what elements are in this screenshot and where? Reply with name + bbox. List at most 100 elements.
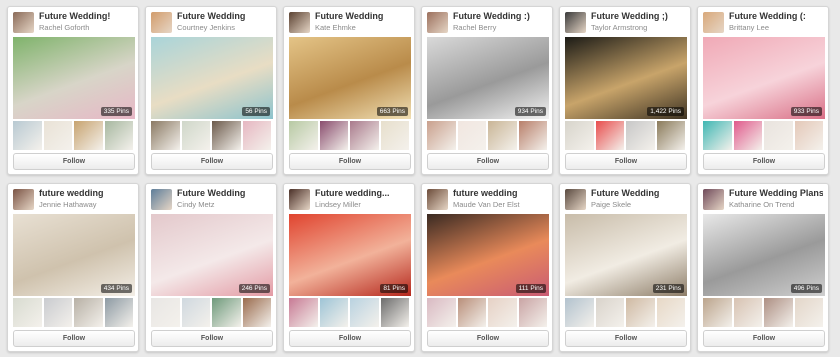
board-cover-image[interactable]: 1,422 Pins bbox=[565, 37, 687, 119]
pin-thumbnail[interactable] bbox=[151, 298, 180, 327]
board-card[interactable]: future wedding Jennie Hathaway 434 Pins … bbox=[7, 183, 139, 352]
board-owner[interactable]: Rachel Berry bbox=[453, 23, 547, 33]
board-owner[interactable]: Cindy Metz bbox=[177, 200, 271, 210]
pin-thumbnail[interactable] bbox=[565, 121, 594, 150]
board-cover-image[interactable]: 496 Pins bbox=[703, 214, 825, 296]
board-card[interactable]: Future Wedding Courtney Jenkins 56 Pins … bbox=[145, 6, 277, 175]
pin-thumbnail[interactable] bbox=[488, 121, 517, 150]
pin-thumbnail[interactable] bbox=[104, 121, 133, 150]
pin-thumbnail[interactable] bbox=[626, 121, 655, 150]
board-owner[interactable]: Maude Van Der Elst bbox=[453, 200, 547, 210]
board-owner[interactable]: Taylor Armstrong bbox=[591, 23, 685, 33]
board-title[interactable]: future wedding bbox=[453, 188, 547, 198]
board-title[interactable]: Future wedding... bbox=[315, 188, 409, 198]
pin-thumbnail[interactable] bbox=[703, 298, 732, 327]
follow-button[interactable]: Follow bbox=[289, 153, 411, 170]
pin-thumbnail[interactable] bbox=[74, 121, 103, 150]
pin-thumbnail[interactable] bbox=[565, 298, 594, 327]
board-owner[interactable]: Brittany Lee bbox=[729, 23, 823, 33]
board-title[interactable]: Future Wedding Plans! bbox=[729, 188, 823, 198]
pin-thumbnail[interactable] bbox=[212, 298, 241, 327]
pin-thumbnail[interactable] bbox=[74, 298, 103, 327]
pin-thumbnail[interactable] bbox=[151, 121, 180, 150]
pin-thumbnail[interactable] bbox=[518, 121, 547, 150]
pin-thumbnail[interactable] bbox=[43, 298, 72, 327]
board-title[interactable]: Future Wedding bbox=[315, 11, 409, 21]
follow-button[interactable]: Follow bbox=[13, 330, 135, 347]
board-card[interactable]: Future Wedding Paige Skele 231 Pins Foll… bbox=[559, 183, 691, 352]
board-card[interactable]: Future Wedding Kate Ehmke 663 Pins Follo… bbox=[283, 6, 415, 175]
avatar[interactable] bbox=[151, 189, 172, 210]
pin-thumbnail[interactable] bbox=[427, 121, 456, 150]
pin-thumbnail[interactable] bbox=[242, 298, 271, 327]
board-card[interactable]: Future Wedding :) Rachel Berry 934 Pins … bbox=[421, 6, 553, 175]
board-owner[interactable]: Paige Skele bbox=[591, 200, 685, 210]
follow-button[interactable]: Follow bbox=[703, 330, 825, 347]
board-owner[interactable]: Katharine On Trend bbox=[729, 200, 823, 210]
follow-button[interactable]: Follow bbox=[565, 330, 687, 347]
board-cover-image[interactable]: 81 Pins bbox=[289, 214, 411, 296]
pin-thumbnail[interactable] bbox=[488, 298, 517, 327]
board-owner[interactable]: Lindsey Miller bbox=[315, 200, 409, 210]
avatar[interactable] bbox=[151, 12, 172, 33]
board-cover-image[interactable]: 56 Pins bbox=[151, 37, 273, 119]
board-cover-image[interactable]: 111 Pins bbox=[427, 214, 549, 296]
board-cover-image[interactable]: 231 Pins bbox=[565, 214, 687, 296]
follow-button[interactable]: Follow bbox=[289, 330, 411, 347]
board-card[interactable]: Future Wedding (: Brittany Lee 933 Pins … bbox=[697, 6, 829, 175]
avatar[interactable] bbox=[703, 12, 724, 33]
pin-thumbnail[interactable] bbox=[794, 298, 823, 327]
board-owner[interactable]: Jennie Hathaway bbox=[39, 200, 133, 210]
avatar[interactable] bbox=[13, 189, 34, 210]
pin-thumbnail[interactable] bbox=[764, 298, 793, 327]
pin-thumbnail[interactable] bbox=[656, 298, 685, 327]
board-title[interactable]: Future Wedding (: bbox=[729, 11, 823, 21]
follow-button[interactable]: Follow bbox=[13, 153, 135, 170]
pin-thumbnail[interactable] bbox=[181, 121, 210, 150]
follow-button[interactable]: Follow bbox=[565, 153, 687, 170]
pin-thumbnail[interactable] bbox=[733, 121, 762, 150]
board-cover-image[interactable]: 934 Pins bbox=[427, 37, 549, 119]
avatar[interactable] bbox=[289, 12, 310, 33]
board-cover-image[interactable]: 933 Pins bbox=[703, 37, 825, 119]
board-title[interactable]: Future Wedding bbox=[177, 11, 271, 21]
board-owner[interactable]: Kate Ehmke bbox=[315, 23, 409, 33]
follow-button[interactable]: Follow bbox=[703, 153, 825, 170]
pin-thumbnail[interactable] bbox=[181, 298, 210, 327]
pin-thumbnail[interactable] bbox=[626, 298, 655, 327]
pin-thumbnail[interactable] bbox=[242, 121, 271, 150]
pin-thumbnail[interactable] bbox=[764, 121, 793, 150]
pin-thumbnail[interactable] bbox=[380, 121, 409, 150]
board-card[interactable]: Future Wedding ;) Taylor Armstrong 1,422… bbox=[559, 6, 691, 175]
board-cover-image[interactable]: 663 Pins bbox=[289, 37, 411, 119]
pin-thumbnail[interactable] bbox=[518, 298, 547, 327]
pin-thumbnail[interactable] bbox=[457, 298, 486, 327]
pin-thumbnail[interactable] bbox=[656, 121, 685, 150]
follow-button[interactable]: Follow bbox=[427, 153, 549, 170]
avatar[interactable] bbox=[703, 189, 724, 210]
board-title[interactable]: Future Wedding bbox=[177, 188, 271, 198]
pin-thumbnail[interactable] bbox=[427, 298, 456, 327]
board-card[interactable]: Future wedding... Lindsey Miller 81 Pins… bbox=[283, 183, 415, 352]
board-title[interactable]: Future Wedding ;) bbox=[591, 11, 685, 21]
pin-thumbnail[interactable] bbox=[13, 298, 42, 327]
board-title[interactable]: future wedding bbox=[39, 188, 133, 198]
pin-thumbnail[interactable] bbox=[794, 121, 823, 150]
pin-thumbnail[interactable] bbox=[212, 121, 241, 150]
board-title[interactable]: Future Wedding! bbox=[39, 11, 133, 21]
pin-thumbnail[interactable] bbox=[457, 121, 486, 150]
board-owner[interactable]: Rachel Goforth bbox=[39, 23, 133, 33]
pin-thumbnail[interactable] bbox=[733, 298, 762, 327]
pin-thumbnail[interactable] bbox=[595, 121, 624, 150]
avatar[interactable] bbox=[13, 12, 34, 33]
board-cover-image[interactable]: 335 Pins bbox=[13, 37, 135, 119]
pin-thumbnail[interactable] bbox=[43, 121, 72, 150]
board-cover-image[interactable]: 434 Pins bbox=[13, 214, 135, 296]
pin-thumbnail[interactable] bbox=[289, 298, 318, 327]
pin-thumbnail[interactable] bbox=[350, 121, 379, 150]
board-title[interactable]: Future Wedding bbox=[591, 188, 685, 198]
pin-thumbnail[interactable] bbox=[380, 298, 409, 327]
board-card[interactable]: Future Wedding Plans! Katharine On Trend… bbox=[697, 183, 829, 352]
pin-thumbnail[interactable] bbox=[319, 121, 348, 150]
pin-thumbnail[interactable] bbox=[13, 121, 42, 150]
